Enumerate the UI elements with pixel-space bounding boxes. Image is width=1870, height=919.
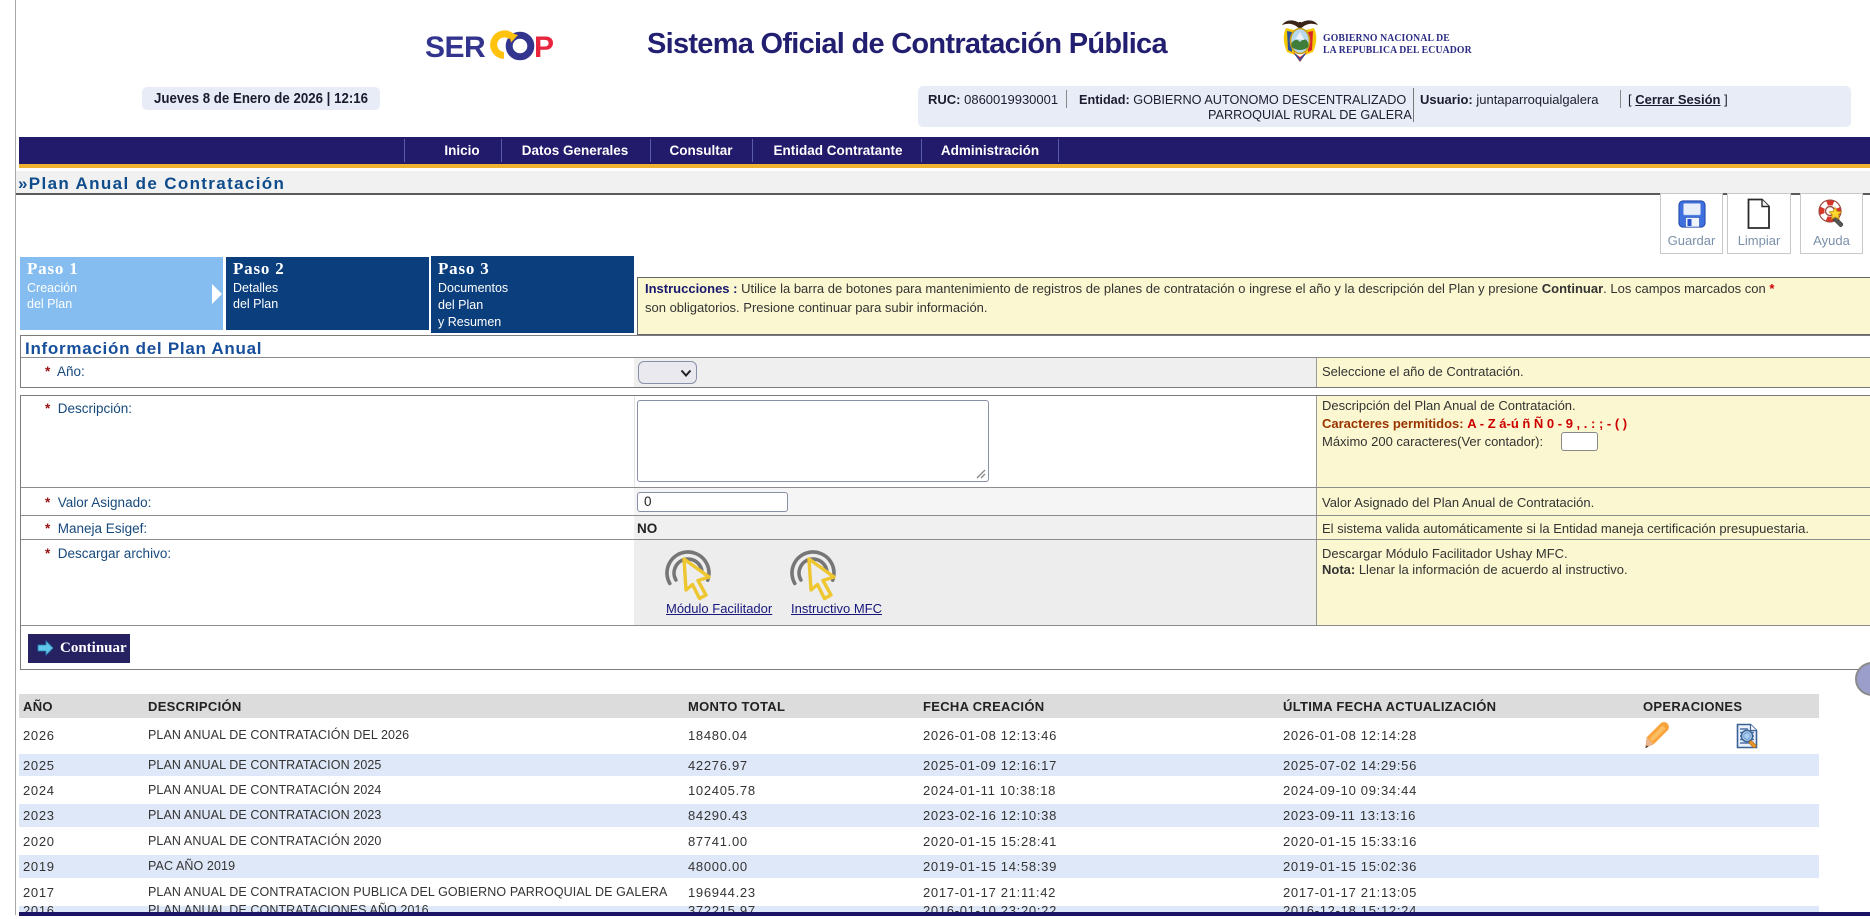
svg-text:P: P xyxy=(534,31,554,64)
svg-text:SER: SER xyxy=(425,31,486,64)
